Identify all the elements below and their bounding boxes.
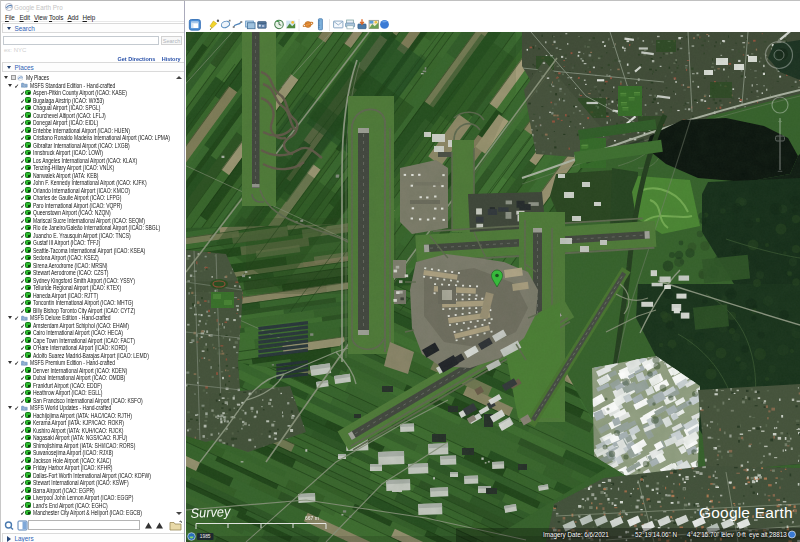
svg-text:elev: elev [722,531,734,538]
svg-text:Google Earth: Google Earth [699,504,793,521]
svg-text:667 m: 667 m [305,515,319,521]
svg-text:Imagery Date: 6/6/2021: Imagery Date: 6/6/2021 [543,531,609,539]
svg-text:−: − [777,166,782,176]
svg-text:1985: 1985 [200,534,211,539]
svg-text:Survey: Survey [190,504,232,522]
svg-text:52°19'14.06" N: 52°19'14.06" N [635,531,677,538]
svg-text:4°42'15.70" E: 4°42'15.70" E [687,531,725,538]
svg-text:0 ft: 0 ft [737,531,746,538]
svg-text:eye alt 28813 ft: eye alt 28813 ft [749,531,792,539]
svg-text:+: + [778,117,783,126]
